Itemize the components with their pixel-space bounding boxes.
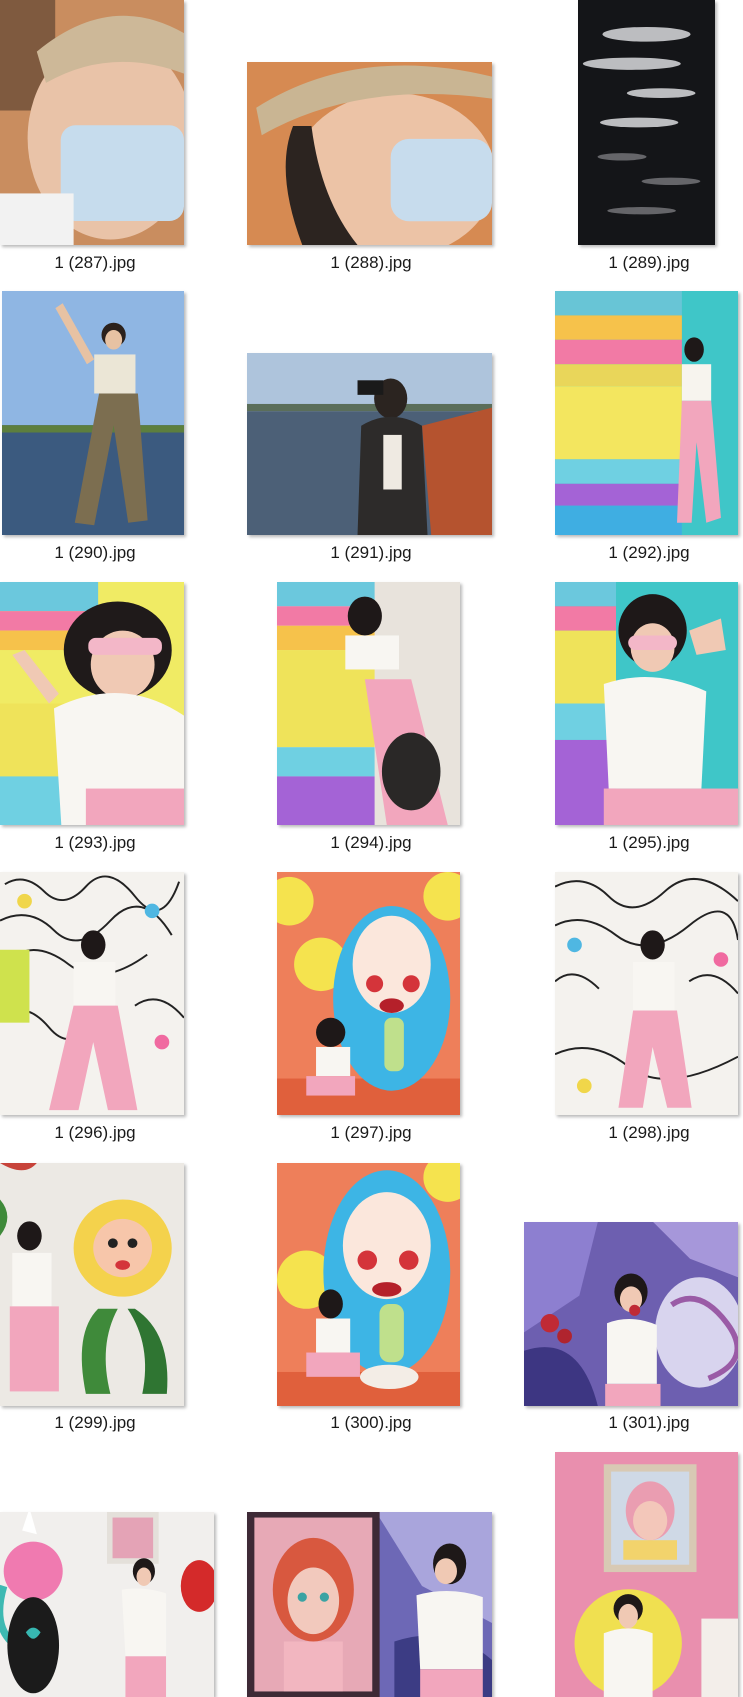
photo-thumbnail-icon — [277, 1163, 460, 1406]
file-name-label: 1 (300).jpg — [330, 1413, 412, 1432]
file-name-label: 1 (299).jpg — [54, 1413, 136, 1432]
photo-thumbnail-icon — [555, 582, 738, 825]
photo-thumbnail-icon — [247, 1512, 492, 1697]
file-name-label: 1 (288).jpg — [330, 253, 412, 272]
photo-thumbnail-icon — [0, 0, 184, 245]
photo-thumbnail-icon — [555, 1452, 738, 1697]
photo-thumbnail-icon — [2, 291, 184, 535]
file-name-label: 1 (294).jpg — [330, 833, 412, 852]
file-name-label: 1 (295).jpg — [608, 833, 690, 852]
photo-thumbnail-icon — [578, 0, 715, 245]
photo-thumbnail-icon — [555, 872, 738, 1115]
file-name-label: 1 (291).jpg — [330, 543, 412, 562]
photo-thumbnail-icon — [0, 582, 184, 825]
file-name-label: 1 (296).jpg — [54, 1123, 136, 1142]
file-name-label: 1 (289).jpg — [608, 253, 690, 272]
photo-thumbnail-icon — [247, 62, 492, 245]
photo-thumbnail-icon — [247, 353, 492, 535]
photo-thumbnail-icon — [0, 1512, 214, 1697]
photo-thumbnail-icon — [555, 291, 738, 535]
photo-thumbnail-icon — [0, 1163, 184, 1406]
photo-thumbnail-icon — [524, 1222, 738, 1406]
file-name-label: 1 (290).jpg — [54, 543, 136, 562]
photo-thumbnail-icon — [0, 872, 184, 1115]
file-name-label: 1 (293).jpg — [54, 833, 136, 852]
photo-thumbnail-icon — [277, 872, 460, 1115]
photo-thumbnail-icon — [277, 582, 460, 825]
file-name-label: 1 (298).jpg — [608, 1123, 690, 1142]
file-name-label: 1 (297).jpg — [330, 1123, 412, 1142]
file-name-label: 1 (301).jpg — [608, 1413, 690, 1432]
file-name-label: 1 (292).jpg — [608, 543, 690, 562]
file-name-label: 1 (287).jpg — [54, 253, 136, 272]
